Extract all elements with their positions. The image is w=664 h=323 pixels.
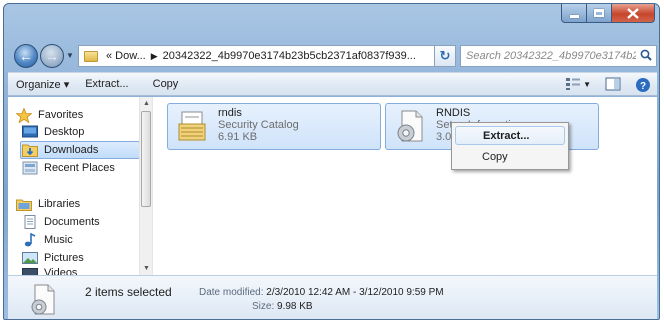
sidebar-item-label: Recent Places (44, 162, 115, 174)
pictures-icon (22, 251, 38, 265)
sidebar-item-label: Favorites (38, 109, 84, 121)
forward-button[interactable]: → (40, 44, 64, 68)
view-controls: ▼ ? (565, 77, 651, 92)
address-row: ← → ▼ « Dow... ▶ 20342322_4b9970e3174b23… (8, 43, 657, 69)
context-menu-extract[interactable]: Extract... (455, 126, 565, 145)
date-modified-row: Date modified: 2/3/2010 12:42 AM - 3/12/… (199, 287, 444, 298)
size-value: 9.98 KB (277, 301, 313, 312)
sidebar-item-label: Documents (44, 216, 100, 228)
sidebar-item-documents[interactable]: Documents (22, 213, 100, 231)
size-row: Size: 9.98 KB (252, 301, 313, 312)
address-bar[interactable]: « Dow... ▶ 20342322_4b9970e3174b23b5cb23… (78, 45, 452, 67)
sidebar-item-videos[interactable]: Videos (22, 267, 77, 275)
sidebar-item-downloads[interactable]: Downloads (20, 141, 140, 159)
selection-count: 2 items selected (85, 285, 172, 299)
close-button[interactable] (612, 4, 655, 23)
scrollbar-thumb[interactable] (141, 111, 151, 207)
minimize-button[interactable] (561, 4, 587, 23)
sidebar-item-label: Desktop (44, 126, 85, 138)
context-menu-copy[interactable]: Copy (455, 147, 565, 166)
breadcrumb-current-folder[interactable]: 20342322_4b9970e3174b23b5cb2371af0837f93… (160, 50, 419, 62)
help-icon[interactable]: ? (635, 77, 651, 92)
setup-information-icon (394, 110, 428, 144)
sidebar-item-libraries[interactable]: Libraries (16, 195, 80, 213)
music-note-icon (22, 232, 38, 247)
size-label: Size: (252, 301, 275, 312)
refresh-icon: ↻ (439, 48, 451, 63)
sidebar-item-pictures[interactable]: Pictures (22, 249, 84, 267)
organize-button[interactable]: Organize ▾ (8, 78, 77, 91)
folder-icon (84, 50, 98, 62)
downloads-folder-icon (22, 143, 38, 157)
file-type: Security Catalog (218, 119, 299, 131)
sidebar-item-music[interactable]: Music (22, 231, 73, 249)
desktop-icon (22, 125, 38, 139)
search-input[interactable]: Search 20342322_4b9970e3174b23b5c... (460, 45, 657, 67)
change-view-icon[interactable] (565, 77, 581, 91)
details-pane: 2 items selected Date modified: 2/3/2010… (8, 275, 657, 319)
security-catalog-icon (176, 110, 210, 144)
maximize-button[interactable] (587, 4, 612, 23)
sidebar-item-favorites[interactable]: Favorites (15, 106, 84, 124)
svg-text:?: ? (640, 81, 646, 92)
recent-pages-dropdown[interactable]: ▼ (66, 51, 74, 60)
documents-icon (22, 215, 38, 229)
refresh-button[interactable]: ↻ (434, 45, 456, 67)
date-modified-value: 2/3/2010 12:42 AM - 3/12/2010 9:59 PM (266, 287, 444, 298)
sidebar-item-label: Libraries (38, 198, 81, 210)
context-menu: Extract... Copy (451, 122, 569, 170)
extract-button[interactable]: Extract... (77, 78, 136, 90)
maximize-icon (594, 9, 604, 17)
sidebar-item-label: Downloads (44, 144, 99, 156)
sidebar-item-label: Videos (44, 267, 78, 275)
close-icon (627, 7, 639, 19)
file-size: 6.91 KB (218, 131, 258, 143)
sidebar-item-label: Pictures (44, 252, 84, 264)
breadcrumb-separator-icon[interactable]: ▶ (149, 51, 160, 62)
file-name: RNDIS (436, 107, 471, 119)
navigation-pane: Favorites Desktop Downloads Recent Place… (8, 97, 152, 275)
nav-pane-scrollbar[interactable]: ▲ ▼ (139, 97, 152, 275)
sidebar-item-recent-places[interactable]: Recent Places (22, 159, 115, 177)
sidebar-item-desktop[interactable]: Desktop (22, 123, 84, 141)
breadcrumb-downloads[interactable]: « Dow... (103, 50, 149, 62)
caption-buttons (561, 4, 655, 23)
view-options-dropdown-icon[interactable]: ▼ (583, 80, 591, 89)
minimize-icon (569, 14, 579, 18)
file-name: rndis (218, 107, 242, 119)
date-modified-label: Date modified: (199, 287, 264, 298)
file-list: rndis Security Catalog 6.91 KB RNDIS 3.0… (155, 97, 657, 275)
file-tile-rndis-cat[interactable]: rndis Security Catalog 6.91 KB (167, 103, 381, 150)
search-icon[interactable] (640, 49, 652, 61)
selected-files-icon (28, 284, 58, 316)
back-button[interactable]: ← (14, 44, 38, 68)
star-icon (15, 107, 33, 124)
videos-icon (22, 267, 38, 275)
back-arrow-icon: ← (19, 48, 33, 64)
preview-pane-icon[interactable] (605, 77, 621, 91)
copy-button[interactable]: Copy (137, 78, 187, 90)
forward-arrow-icon: → (45, 48, 59, 64)
recent-places-icon (22, 161, 38, 175)
command-bar: Organize ▾ Extract... Copy ▼ ? (8, 72, 657, 96)
search-placeholder: Search 20342322_4b9970e3174b23b5c... (466, 50, 636, 62)
libraries-icon (16, 197, 32, 211)
sidebar-item-label: Music (44, 234, 73, 246)
